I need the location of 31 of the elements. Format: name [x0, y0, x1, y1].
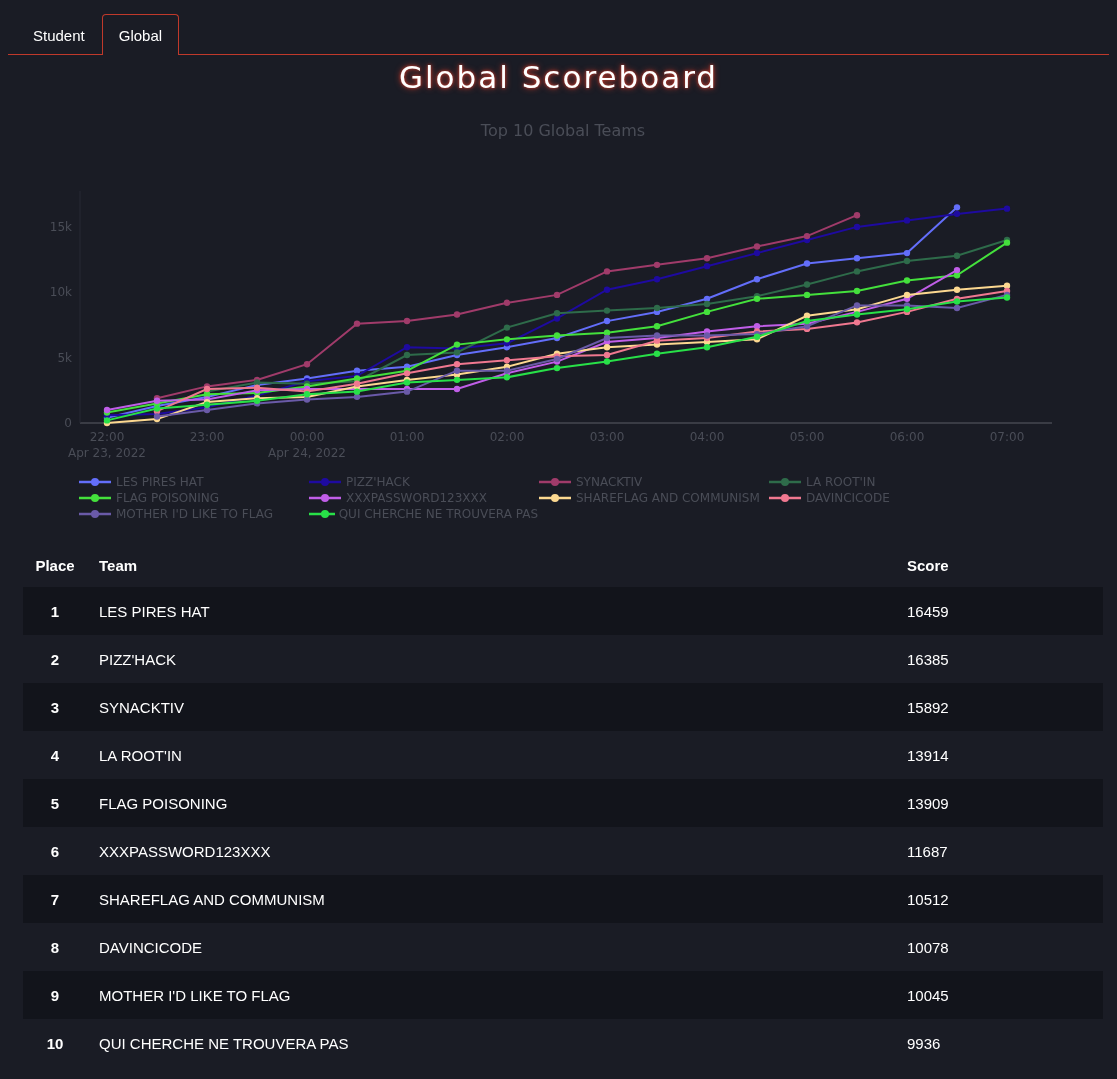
score-cell: 16459 [895, 587, 1103, 635]
score-cell: 15892 [895, 683, 1103, 731]
score-cell: 11687 [895, 827, 1103, 875]
team-cell: SHAREFLAG AND COMMUNISM [87, 875, 895, 923]
column-header: Team [87, 543, 895, 587]
team-cell: PIZZ'HACK [87, 635, 895, 683]
place-cell: 7 [23, 875, 87, 923]
place-cell: 4 [23, 731, 87, 779]
place-cell: 9 [23, 971, 87, 1019]
team-cell: SYNACKTIV [87, 683, 895, 731]
team-cell: DAVINCICODE [87, 923, 895, 971]
place-cell: 1 [23, 587, 87, 635]
team-cell: XXXPASSWORD123XXX [87, 827, 895, 875]
place-cell: 5 [23, 779, 87, 827]
team-cell: LA ROOT'IN [87, 731, 895, 779]
place-cell: 6 [23, 827, 87, 875]
score-cell: 13909 [895, 779, 1103, 827]
score-cell: 10045 [895, 971, 1103, 1019]
column-header: Place [23, 543, 87, 587]
place-cell: 3 [23, 683, 87, 731]
score-cell: 10512 [895, 875, 1103, 923]
score-cell: 13914 [895, 731, 1103, 779]
score-cell: 10078 [895, 923, 1103, 971]
team-cell: MOTHER I'D LIKE TO FLAG [87, 971, 895, 1019]
column-header: Score [895, 543, 1103, 587]
team-cell: LES PIRES HAT [87, 587, 895, 635]
score-cell: 16385 [895, 635, 1103, 683]
place-cell: 2 [23, 635, 87, 683]
place-cell: 8 [23, 923, 87, 971]
page-title: Global Scoreboard [397, 58, 720, 97]
team-cell: FLAG POISONING [87, 779, 895, 827]
